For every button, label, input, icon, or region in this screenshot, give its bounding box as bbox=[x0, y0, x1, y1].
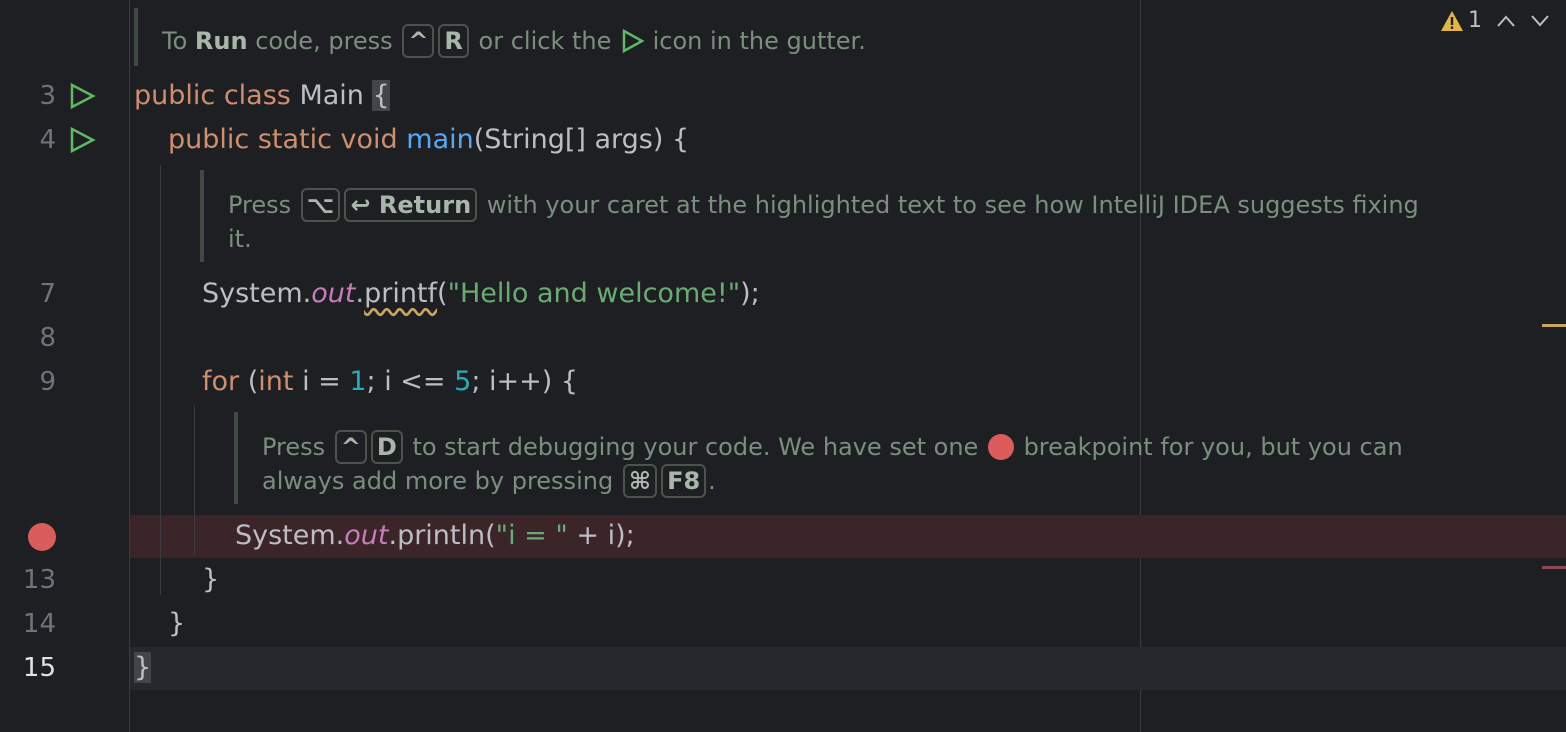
indent-guide bbox=[160, 165, 161, 595]
string-literal: "Hello and welcome!" bbox=[447, 278, 741, 309]
doc-bar bbox=[234, 412, 238, 504]
breakpoint-inline-icon bbox=[987, 434, 1014, 460]
number-literal: 5 bbox=[454, 366, 472, 397]
indent-guide bbox=[194, 405, 195, 555]
doc-bar bbox=[134, 8, 138, 66]
line-number: 9 bbox=[39, 367, 56, 397]
brace: { bbox=[372, 80, 390, 111]
inspection-widget[interactable]: 1 bbox=[1440, 8, 1550, 33]
code-line-3[interactable]: public class Main { bbox=[134, 74, 390, 118]
fix-hint: Press ⌥ ↩ Return with your caret at the h… bbox=[228, 188, 1468, 256]
code-text: ( bbox=[247, 366, 259, 397]
line-number: 14 bbox=[22, 609, 56, 639]
warning-method: printf bbox=[364, 278, 438, 309]
warning-stripe-marker[interactable] bbox=[1542, 324, 1566, 327]
key-return: ↩ Return bbox=[344, 188, 478, 222]
hint-text: code, press bbox=[247, 27, 401, 55]
number-literal: 1 bbox=[349, 366, 367, 397]
code-line-14[interactable]: } bbox=[168, 602, 185, 646]
code-line-15[interactable]: } bbox=[134, 646, 152, 690]
string-literal: "i = " bbox=[495, 520, 568, 551]
brace: } bbox=[134, 652, 152, 683]
code-line-7[interactable]: System.out.printf("Hello and welcome!"); bbox=[202, 272, 760, 316]
key-ctrl: ^ bbox=[334, 430, 367, 464]
hint-text: Press bbox=[228, 191, 299, 219]
hint-text: to start debugging your code. We have se… bbox=[404, 433, 986, 461]
code-line-9[interactable]: for (int i = 1; i <= 5; i++) { bbox=[202, 360, 578, 404]
hint-text: always add more by pressing bbox=[262, 467, 621, 495]
keyword: int bbox=[258, 366, 303, 397]
hint-text: with your caret at the highlighted text … bbox=[479, 191, 1419, 219]
hint-text: To bbox=[162, 27, 195, 55]
line-number: 3 bbox=[39, 81, 56, 111]
warning-count[interactable]: 1 bbox=[1440, 8, 1482, 33]
field: out bbox=[311, 278, 356, 309]
code-text: System. bbox=[235, 520, 345, 551]
run-icon[interactable] bbox=[68, 82, 96, 110]
current-line-highlight bbox=[130, 647, 1566, 690]
key-ctrl: ^ bbox=[402, 24, 435, 58]
keyword: for bbox=[202, 366, 248, 397]
key-cmd: ⌘ bbox=[622, 464, 658, 498]
debug-hint: Press ^ D to start debugging your code. W… bbox=[262, 430, 1502, 498]
run-inline-icon bbox=[622, 28, 645, 54]
code-text: . bbox=[355, 278, 365, 309]
hint-text: . bbox=[708, 467, 716, 495]
hint-text: icon in the gutter. bbox=[644, 27, 866, 55]
code-text: ; i <= bbox=[366, 366, 455, 397]
method-name: main bbox=[406, 124, 474, 155]
code-line-12[interactable]: System.out.println("i = " + i); bbox=[235, 514, 635, 558]
code-line-4[interactable]: public static void main(String[] args) { bbox=[168, 118, 689, 162]
line-number: 8 bbox=[39, 323, 56, 353]
code-text: ); bbox=[740, 278, 760, 309]
line-number: 13 bbox=[22, 565, 56, 595]
breakpoint-stripe-marker[interactable] bbox=[1542, 566, 1566, 569]
key-f8: F8 bbox=[661, 464, 707, 498]
run-icon[interactable] bbox=[68, 126, 96, 154]
keyword: public class bbox=[134, 80, 300, 111]
right-margin-guide bbox=[1140, 0, 1141, 732]
doc-bar bbox=[200, 170, 204, 262]
hint-text: breakpoint for you, but you can bbox=[1015, 433, 1403, 461]
key-d: D bbox=[370, 430, 403, 464]
keyword: public static void bbox=[168, 124, 407, 155]
warning-icon bbox=[1441, 10, 1463, 31]
key-option: ⌥ bbox=[300, 188, 341, 222]
field: out bbox=[344, 520, 389, 551]
code-text: ( bbox=[437, 278, 448, 309]
hint-text: Press bbox=[262, 433, 333, 461]
hint-bold: Run bbox=[194, 27, 248, 55]
hint-text: or click the bbox=[470, 27, 619, 55]
chevron-down-icon[interactable] bbox=[1530, 14, 1550, 28]
line-number: 4 bbox=[39, 125, 56, 155]
code-text: .println( bbox=[388, 520, 496, 551]
line-number: 7 bbox=[39, 279, 56, 309]
code-text: + i); bbox=[567, 520, 635, 551]
warning-count-label: 1 bbox=[1468, 8, 1482, 33]
breakpoint-icon[interactable] bbox=[28, 523, 56, 551]
key-r: R bbox=[438, 24, 469, 58]
code-text: ; i++) { bbox=[471, 366, 579, 397]
code-text: i = bbox=[302, 366, 350, 397]
line-number-current: 15 bbox=[22, 653, 56, 683]
code-text: (String[] args) { bbox=[473, 124, 690, 155]
run-hint: To Run code, press ^ R or click the icon … bbox=[162, 24, 866, 58]
gutter-separator bbox=[129, 0, 130, 732]
chevron-up-icon[interactable] bbox=[1496, 14, 1516, 28]
hint-text: it. bbox=[228, 225, 252, 253]
code-text: System. bbox=[202, 278, 312, 309]
code-line-13[interactable]: } bbox=[202, 558, 219, 602]
class-name: Main bbox=[299, 80, 373, 111]
